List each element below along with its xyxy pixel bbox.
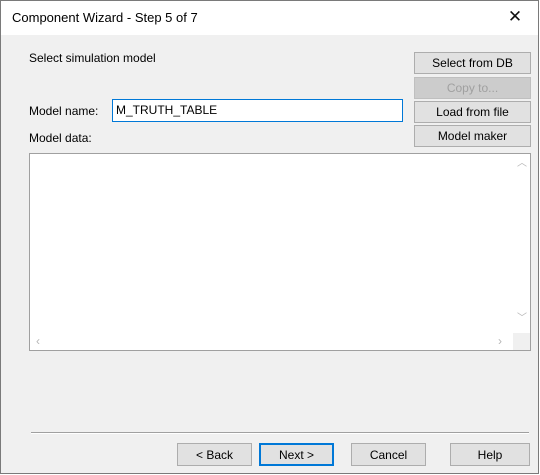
footer-divider: [31, 432, 529, 434]
cancel-button[interactable]: Cancel: [351, 443, 426, 466]
load-from-file-button[interactable]: Load from file: [414, 101, 531, 123]
close-icon[interactable]: ✕: [492, 1, 538, 35]
chevron-up-icon[interactable]: ︿: [517, 159, 527, 169]
copy-to-button[interactable]: Copy to...: [414, 77, 531, 99]
next-button[interactable]: Next >: [259, 443, 334, 466]
vertical-scrollbar[interactable]: ︿ ﹀: [513, 154, 530, 333]
model-name-label: Model name:: [29, 104, 99, 118]
chevron-right-icon[interactable]: ›: [498, 335, 502, 347]
chevron-down-icon[interactable]: ﹀: [517, 314, 527, 324]
model-name-field[interactable]: M_TRUTH_TABLE: [112, 99, 403, 122]
back-button[interactable]: < Back: [177, 443, 252, 466]
model-maker-button[interactable]: Model maker: [414, 125, 531, 147]
scrollbar-corner: [513, 333, 530, 350]
help-button[interactable]: Help: [450, 443, 530, 466]
model-data-label: Model data:: [29, 131, 92, 145]
window-title: Component Wizard - Step 5 of 7: [12, 10, 198, 25]
horizontal-scrollbar[interactable]: ‹ ›: [30, 333, 513, 350]
component-wizard-dialog: Component Wizard - Step 5 of 7 ✕ Select …: [0, 0, 539, 474]
title-bar: Component Wizard - Step 5 of 7 ✕: [1, 1, 538, 35]
chevron-left-icon[interactable]: ‹: [36, 335, 40, 347]
model-data-textarea[interactable]: ︿ ﹀ ‹ ›: [29, 153, 531, 351]
heading-label: Select simulation model: [29, 51, 156, 65]
select-from-db-button[interactable]: Select from DB: [414, 52, 531, 74]
